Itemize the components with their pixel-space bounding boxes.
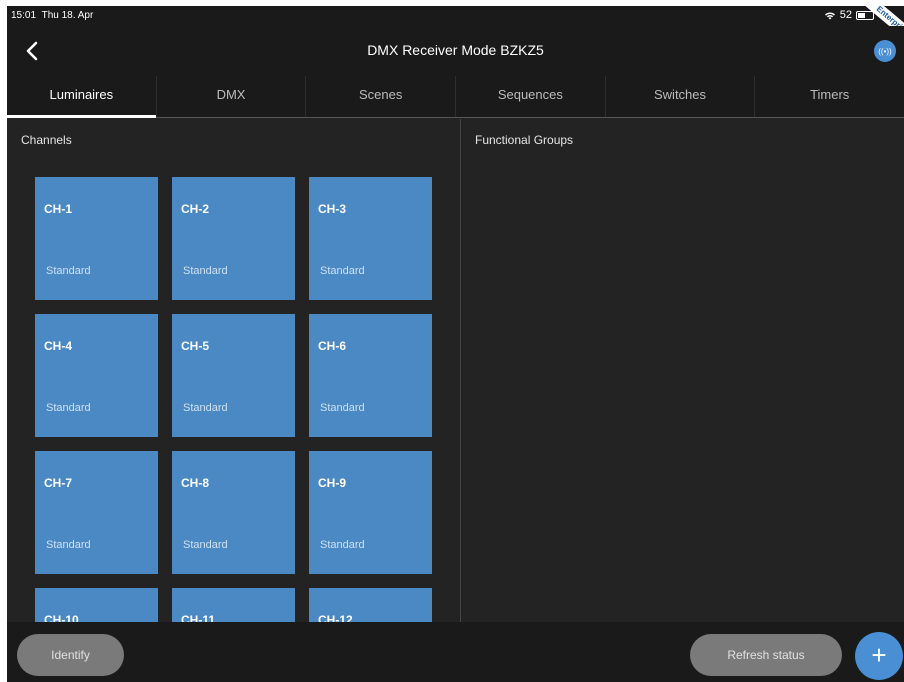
channel-mode: Standard (320, 402, 365, 414)
battery-percent: 52 (839, 9, 852, 21)
channel-mode: Standard (183, 402, 228, 414)
channel-mode: Standard (46, 402, 91, 414)
channel-tile[interactable]: CH-10 (35, 588, 158, 622)
channels-heading: Channels (21, 133, 72, 147)
refresh-status-button[interactable]: Refresh status (690, 634, 842, 676)
app-screen: 15:01 Thu 18. Apr 52 Enterpri DMX Receiv… (7, 6, 904, 682)
channel-tile[interactable]: CH-4 Standard (35, 314, 158, 437)
battery-icon (856, 10, 874, 20)
status-time: 15:01 Thu 18. Apr (11, 10, 94, 21)
tab-bar: Luminaires DMX Scenes Sequences Switches… (7, 76, 904, 118)
bottom-bar: Identify Refresh status + (7, 622, 904, 682)
channel-label: CH-10 (44, 613, 79, 622)
channel-label: CH-6 (318, 339, 347, 353)
functional-groups-heading: Functional Groups (475, 133, 574, 147)
identify-button[interactable]: Identify (17, 634, 124, 676)
channel-mode: Standard (183, 539, 228, 551)
channel-tile[interactable]: CH-9 Standard (309, 451, 432, 574)
add-button[interactable]: + (855, 632, 903, 680)
tab-luminaires[interactable]: Luminaires (7, 76, 157, 118)
channel-label: CH-5 (181, 339, 210, 353)
channel-label: CH-8 (181, 476, 210, 490)
tab-timers[interactable]: Timers (755, 76, 904, 117)
channel-tile[interactable]: CH-2 Standard (172, 177, 295, 300)
tab-sequences[interactable]: Sequences (456, 76, 606, 117)
channel-label: CH-11 (181, 613, 216, 622)
nav-bar: DMX Receiver Mode BZKZ5 ((•)) (7, 26, 904, 76)
channel-mode: Standard (46, 539, 91, 551)
channel-tile[interactable]: CH-11 (172, 588, 295, 622)
channel-label: CH-7 (44, 476, 73, 490)
channel-tile[interactable]: CH-1 Standard (35, 177, 158, 300)
status-bar: 15:01 Thu 18. Apr 52 Enterpri (7, 6, 904, 46)
channel-tile[interactable]: CH-7 Standard (35, 451, 158, 574)
channel-tile[interactable]: CH-12 (309, 588, 432, 622)
channel-tile[interactable]: CH-8 Standard (172, 451, 295, 574)
channel-label: CH-12 (318, 613, 353, 622)
channel-mode: Standard (46, 265, 91, 277)
broadcast-icon[interactable]: ((•)) (874, 40, 896, 62)
channel-label: CH-9 (318, 476, 347, 490)
channel-label: CH-4 (44, 339, 73, 353)
channel-tile[interactable]: CH-6 Standard (309, 314, 432, 437)
channel-label: CH-1 (44, 202, 73, 216)
status-right: 52 (824, 9, 874, 21)
page-title: DMX Receiver Mode BZKZ5 (367, 42, 544, 58)
wifi-icon (824, 11, 835, 19)
tab-scenes[interactable]: Scenes (306, 76, 457, 117)
channel-tile[interactable]: CH-5 Standard (172, 314, 295, 437)
functional-groups-panel: Functional Groups (460, 119, 904, 622)
channel-label: CH-2 (181, 202, 210, 216)
channel-tile[interactable]: CH-3 Standard (309, 177, 432, 300)
channel-mode: Standard (320, 265, 365, 277)
channel-mode: Standard (320, 539, 365, 551)
tab-switches[interactable]: Switches (606, 76, 756, 117)
channel-mode: Standard (183, 265, 228, 277)
tab-dmx[interactable]: DMX (157, 76, 307, 117)
channels-panel: Channels CH-1 Standard CH-2 Standard CH-3 S… (7, 119, 460, 622)
channel-label: CH-3 (318, 202, 347, 216)
